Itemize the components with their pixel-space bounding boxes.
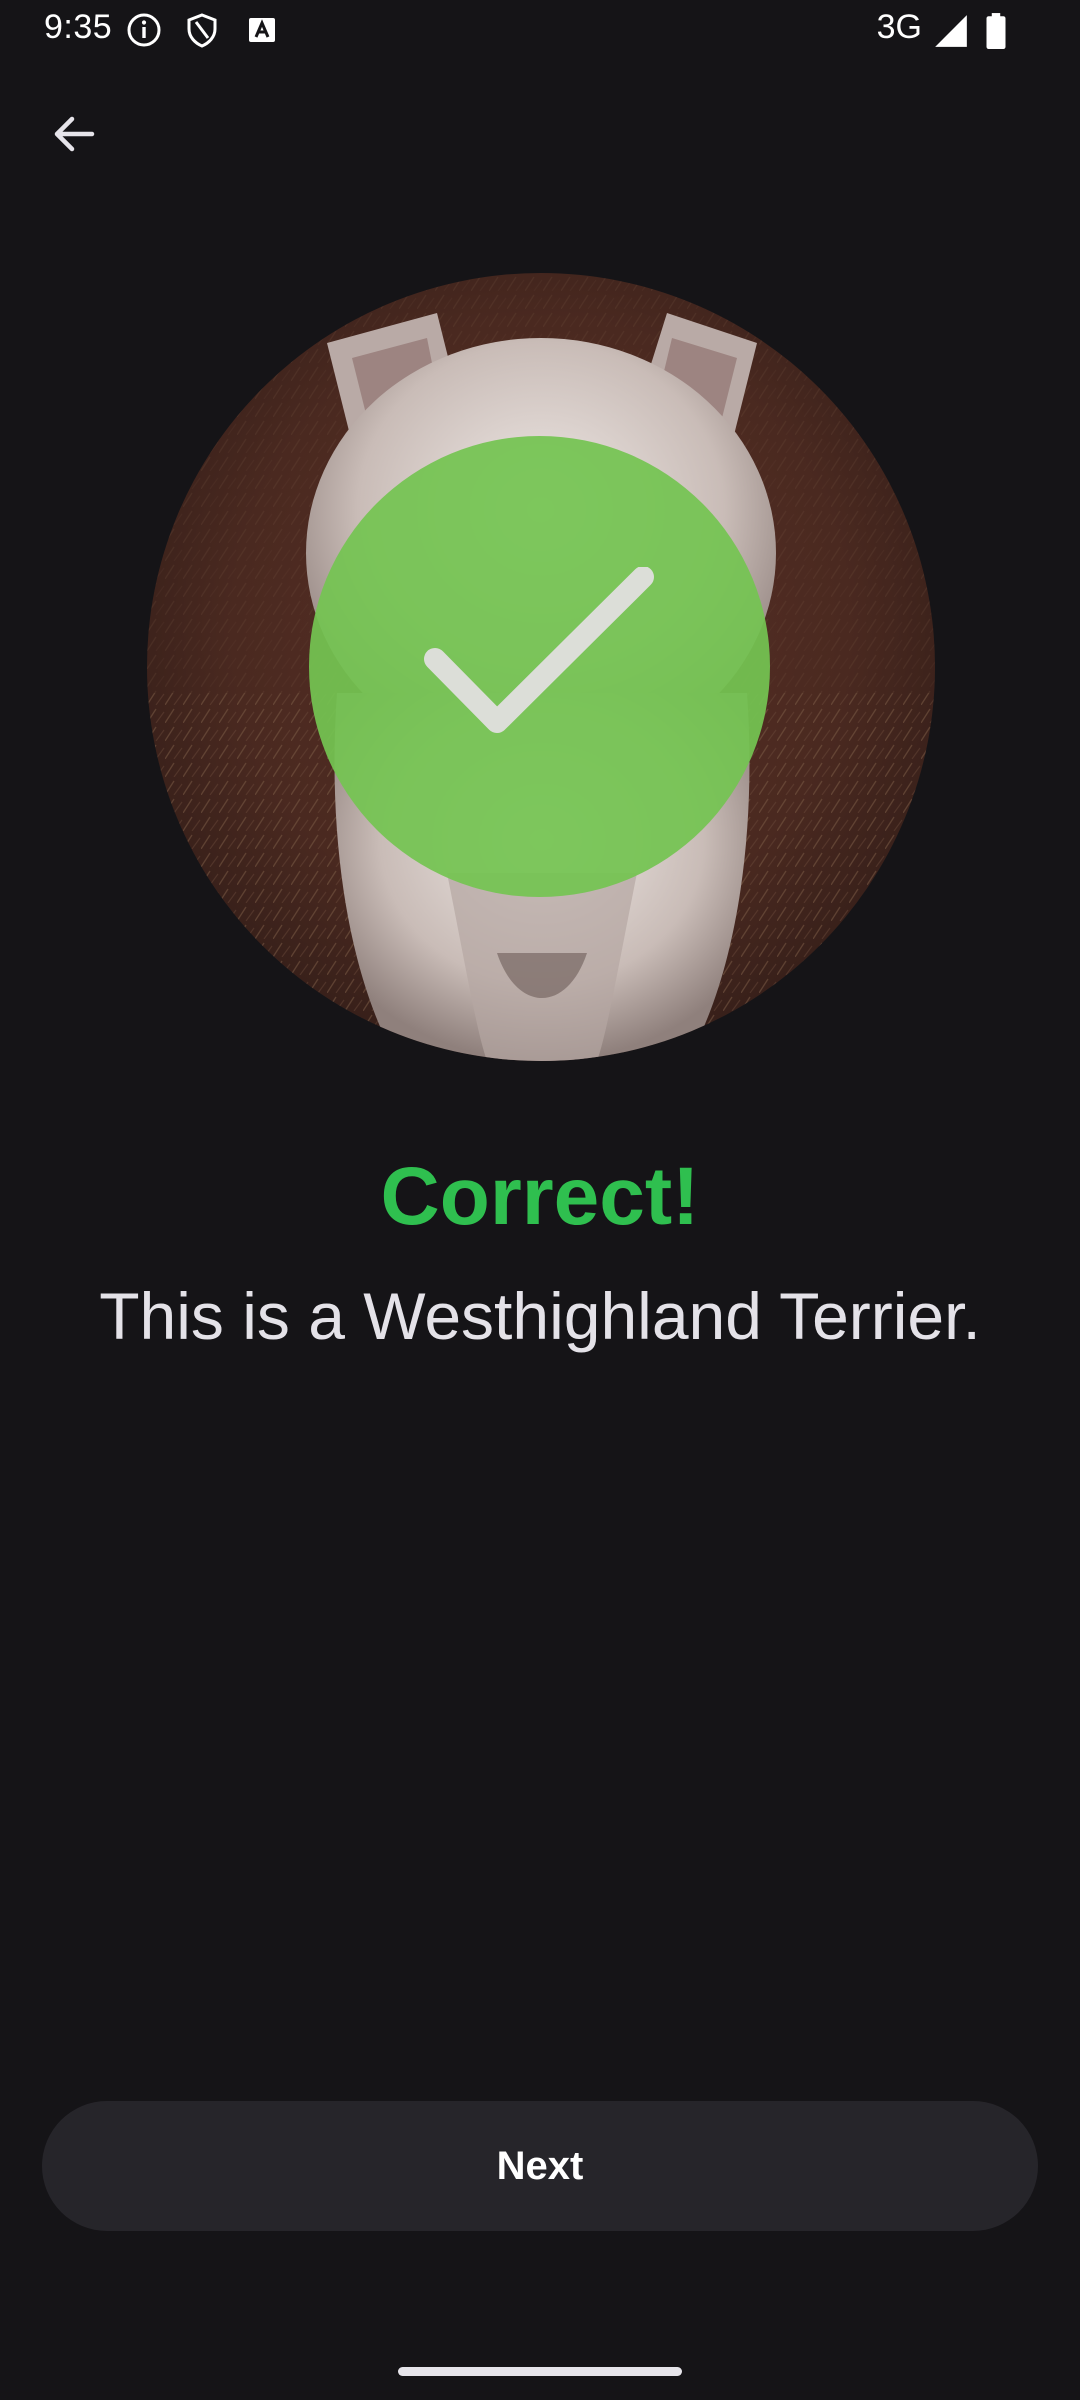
shield-icon xyxy=(187,13,217,48)
result-title: Correct! xyxy=(380,1151,700,1242)
result-message: This is a Westhighland Terrier. xyxy=(99,1279,981,1353)
battery-icon xyxy=(986,13,1006,49)
arrow-left-icon xyxy=(54,116,95,152)
next-button[interactable]: Next xyxy=(42,2101,1038,2231)
back-button[interactable] xyxy=(40,100,108,168)
correct-badge xyxy=(309,436,770,897)
signal-icon xyxy=(935,15,967,47)
keyboard-a-icon xyxy=(249,18,275,42)
home-indicator[interactable] xyxy=(398,2367,682,2376)
info-icon xyxy=(127,13,161,47)
quiz-result-screen: 9:35 3G Correct! This is a Westhighland … xyxy=(0,0,1080,2400)
network-type: 3G xyxy=(876,8,922,46)
status-bar: 9:35 3G xyxy=(0,0,1080,64)
checkmark-icon xyxy=(423,566,654,733)
status-time: 9:35 xyxy=(44,8,113,46)
